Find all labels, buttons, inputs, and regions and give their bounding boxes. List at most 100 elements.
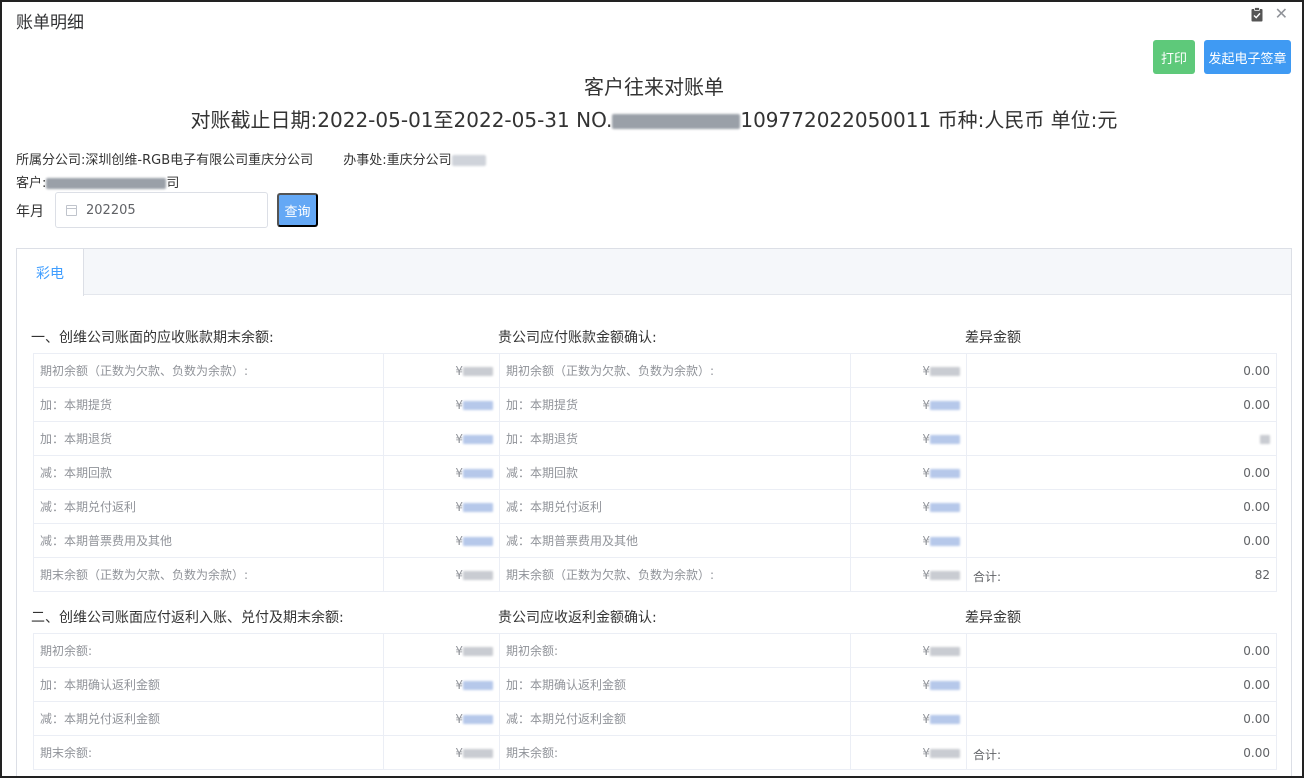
mid-amount: ¥: [850, 633, 967, 668]
section2-right-title: 差异金额: [965, 610, 1021, 626]
table-row: 加：本期退货 ¥ 加：本期退货 ¥: [33, 421, 1277, 456]
currency-symbol: ¥: [922, 499, 930, 514]
section1-left-title: 一、创维公司账面的应收账款期末余额:: [31, 330, 274, 346]
table-row: 期末余额: ¥ 期末余额: ¥ 合计: 0.00: [33, 735, 1277, 770]
rebate-table: 期初余额: ¥ 期初余额: ¥0.00 加：本期确认返利金额 ¥ 加：本期确认返利金额 ¥0.…: [33, 633, 1277, 770]
close-icon[interactable]: ✕: [1275, 6, 1288, 22]
mid-label: 期初余额（正数为欠款、负数为余款）:: [499, 353, 851, 388]
mid-amount: ¥: [850, 523, 967, 558]
clipboard-check-icon[interactable]: [1251, 6, 1263, 22]
redacted-amount: [463, 570, 493, 580]
section2-mid-title: 贵公司应收返利金额确认:: [498, 610, 657, 626]
left-amount: ¥: [383, 523, 500, 558]
mid-amount: ¥: [850, 667, 967, 702]
redacted-code: [612, 114, 741, 129]
diff-cell: 0.00: [966, 455, 1277, 490]
table-row: 减：本期回款 ¥ 减：本期回款 ¥0.00: [33, 455, 1277, 490]
diff-label: 合计:: [973, 748, 1002, 762]
left-label: 期末余额:: [33, 735, 384, 770]
redacted-amount: [930, 570, 960, 580]
diff-cell: [966, 421, 1277, 456]
mid-amount: ¥: [850, 455, 967, 490]
redacted-amount: [930, 502, 960, 512]
left-label: 减：本期回款: [33, 455, 384, 490]
diff-cell: 合计: 82: [966, 557, 1277, 592]
mid-label: 减：本期兑付返利金额: [499, 701, 851, 736]
redacted-amount: [930, 680, 960, 690]
currency-symbol: ¥: [922, 465, 930, 480]
left-label: 期末余额（正数为欠款、负数为余款）:: [33, 557, 384, 592]
diff-label: 合计:: [973, 570, 1002, 584]
table-row: 减：本期兑付返利金额 ¥ 减：本期兑付返利金额 ¥0.00: [33, 701, 1277, 736]
company-label: 所属分公司:: [16, 153, 86, 168]
subtitle-prefix: 对账截止日期:2022-05-01至2022-05-31 NO.: [190, 108, 613, 132]
left-amount: ¥: [383, 557, 500, 592]
mid-amount: ¥: [850, 421, 967, 456]
redacted-amount: [930, 748, 960, 758]
diff-value: 0.00: [1243, 363, 1270, 378]
currency-symbol: ¥: [455, 397, 463, 412]
redacted-amount: [463, 366, 493, 376]
left-label: 减：本期兑付返利: [33, 489, 384, 524]
currency-symbol: ¥: [922, 643, 930, 658]
left-amount: ¥: [383, 387, 500, 422]
mid-amount: ¥: [850, 735, 967, 770]
diff-value: 0.00: [1243, 711, 1270, 726]
left-amount: ¥: [383, 455, 500, 490]
diff-value: 82: [1254, 567, 1270, 582]
table-row: 期末余额（正数为欠款、负数为余款）: ¥ 期末余额（正数为欠款、负数为余款）: ¥ 合计…: [33, 557, 1277, 592]
mid-label: 加：本期确认返利金额: [499, 667, 851, 702]
left-label: 加：本期提货: [33, 387, 384, 422]
redacted-amount: [930, 646, 960, 656]
section1-mid-title: 贵公司应付账款金额确认:: [498, 330, 657, 346]
document-title: 客户往来对账单: [584, 75, 724, 99]
diff-cell: 0.00: [966, 633, 1277, 668]
e-sign-button[interactable]: 发起电子签章: [1204, 40, 1291, 74]
currency-symbol: ¥: [455, 711, 463, 726]
left-amount: ¥: [383, 489, 500, 524]
left-label: 加：本期退货: [33, 421, 384, 456]
redacted-amount: [463, 714, 493, 724]
print-button[interactable]: 打印: [1153, 40, 1195, 74]
section2-left-title: 二、创维公司账面应付返利入账、兑付及期末余额:: [31, 610, 344, 626]
bill-detail-modal: 账单明细 ✕ 打印 发起电子签章 客户往来对账单 对账截止日期:2022-05-…: [0, 0, 1304, 778]
redacted-amount: [463, 646, 493, 656]
redacted-amount: [463, 748, 493, 758]
year-month-value: 202205: [86, 202, 136, 218]
customer-info: 客户: 司: [16, 172, 179, 191]
section1-right-title: 差异金额: [965, 330, 1021, 346]
redacted-amount: [463, 434, 493, 444]
left-amount: ¥: [383, 735, 500, 770]
modal-title: 账单明细: [16, 13, 84, 33]
currency-symbol: ¥: [455, 643, 463, 658]
mid-amount: ¥: [850, 701, 967, 736]
diff-cell: 0.00: [966, 523, 1277, 558]
redacted-amount: [930, 536, 960, 546]
redacted-amount: [463, 502, 493, 512]
diff-value: 0.00: [1243, 533, 1270, 548]
tab-color-tv[interactable]: 彩电: [17, 249, 84, 296]
currency-symbol: ¥: [455, 677, 463, 692]
currency-symbol: ¥: [922, 745, 930, 760]
redacted-diff: [1260, 434, 1270, 444]
table-row: 加：本期确认返利金额 ¥ 加：本期确认返利金额 ¥0.00: [33, 667, 1277, 702]
redacted-amount: [930, 434, 960, 444]
mid-label: 期初余额:: [499, 633, 851, 668]
left-amount: ¥: [383, 667, 500, 702]
office-name: 重庆分公司: [386, 153, 452, 168]
left-amount: ¥: [383, 353, 500, 388]
diff-value: 0.00: [1243, 465, 1270, 480]
company-info: 所属分公司:深圳创维-RGB电子有限公司重庆分公司 办事处:重庆分公司: [16, 149, 486, 168]
subtitle-code-tail: 109772022050011: [740, 108, 932, 132]
mid-amount: ¥: [850, 489, 967, 524]
mid-label: 加：本期提货: [499, 387, 851, 422]
left-label: 加：本期确认返利金额: [33, 667, 384, 702]
mid-amount: ¥: [850, 353, 967, 388]
query-button[interactable]: 查询: [277, 193, 318, 227]
diff-value: 0.00: [1243, 643, 1270, 658]
receivable-table: 期初余额（正数为欠款、负数为余款）: ¥ 期初余额（正数为欠款、负数为余款）: ¥0.…: [33, 353, 1277, 592]
year-month-picker[interactable]: 202205: [55, 192, 268, 228]
diff-value: 0.00: [1243, 397, 1270, 412]
redacted-amount: [463, 680, 493, 690]
customer-tail: 司: [166, 176, 180, 191]
